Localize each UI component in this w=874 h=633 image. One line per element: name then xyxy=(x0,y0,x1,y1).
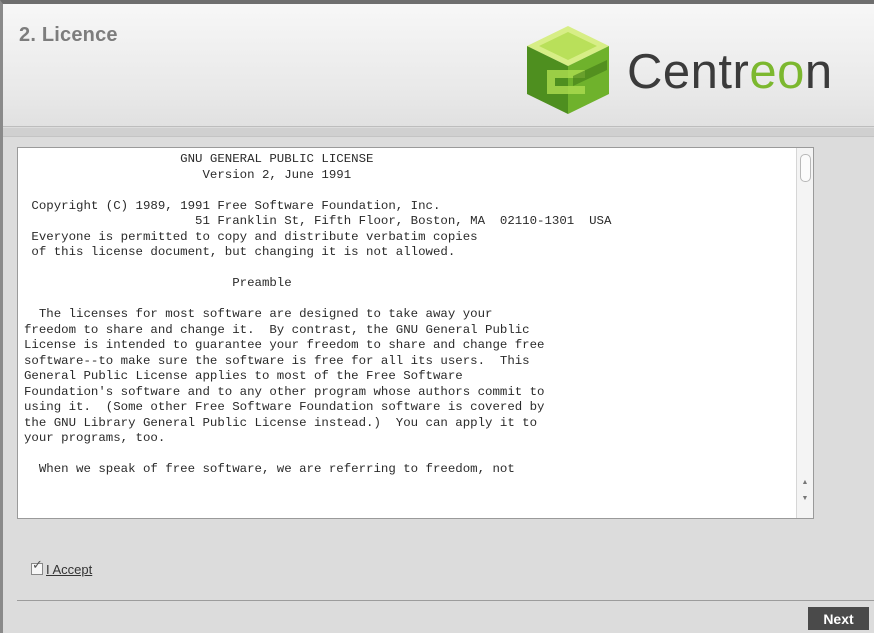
footer-divider xyxy=(17,600,874,601)
installer-window: 2. Licence Centreon GNU GENERAL PUBLIC L… xyxy=(0,0,874,633)
checkmark-icon: ✓ xyxy=(32,557,43,572)
license-textarea[interactable]: GNU GENERAL PUBLIC LICENSE Version 2, Ju… xyxy=(17,147,814,519)
accept-checkbox[interactable]: ✓ xyxy=(31,558,43,575)
step-title: 2. Licence xyxy=(19,24,118,46)
scroll-down-arrow-icon[interactable]: ▼ xyxy=(800,494,810,504)
scrollbar-thumb[interactable] xyxy=(800,154,811,182)
centreon-logo: Centreon xyxy=(523,24,873,116)
accept-label[interactable]: I Accept xyxy=(46,562,92,577)
license-scrollbar[interactable]: ▲ ▼ xyxy=(796,148,813,518)
next-button[interactable]: Next xyxy=(808,607,869,630)
page-header: 2. Licence Centreon xyxy=(3,4,874,127)
accept-row: ✓ I Accept xyxy=(31,558,92,578)
scroll-up-arrow-icon[interactable]: ▲ xyxy=(800,478,810,488)
header-divider xyxy=(3,128,874,137)
centreon-cube-logo-icon xyxy=(527,26,609,114)
logo-wordmark-accent: eo xyxy=(749,45,805,99)
license-text: GNU GENERAL PUBLIC LICENSE Version 2, Ju… xyxy=(24,152,612,476)
logo-wordmark: Centreon xyxy=(627,45,833,99)
